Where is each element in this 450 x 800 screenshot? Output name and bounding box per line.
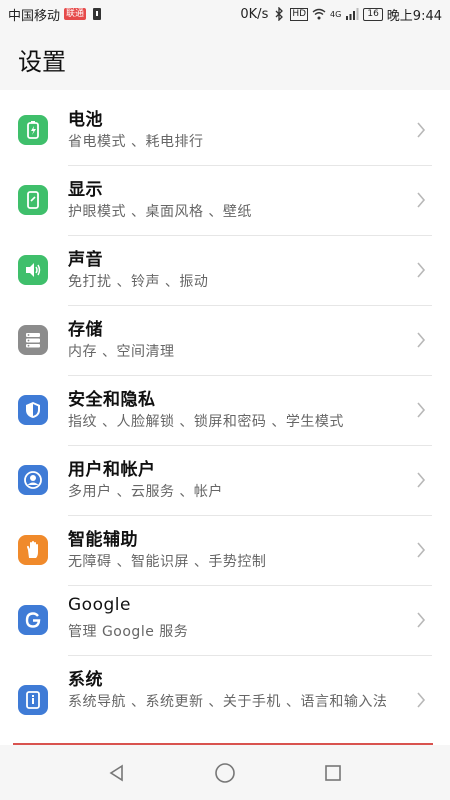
settings-item-subtitle: 免打扰 、铃声 、振动 [68, 274, 209, 290]
chevron-right-icon [414, 188, 428, 212]
system-icon [18, 685, 48, 715]
battery-level: 16 [363, 7, 383, 21]
storage-icon [18, 325, 48, 355]
settings-item-title: 电池 [68, 110, 103, 130]
bluetooth-icon [275, 7, 284, 21]
chevron-right-icon [414, 688, 428, 712]
chevron-right-icon [414, 328, 428, 352]
net-speed: 0K/s [240, 6, 269, 22]
battery-icon [18, 115, 48, 145]
settings-item-title: Google [68, 595, 131, 615]
settings-item-system[interactable]: 系统 系统导航 、系统更新 、关于手机 、语言和输入法 [0, 655, 450, 745]
page-title: 设置 [18, 47, 66, 76]
settings-item-battery[interactable]: 电池 省电模式 、耗电排行 [0, 95, 450, 165]
carrier-badge: 联通 [64, 8, 87, 20]
display-icon [18, 185, 48, 215]
settings-item-title: 智能辅助 [68, 530, 138, 550]
settings-item-title: 存储 [68, 320, 103, 340]
settings-item-storage[interactable]: 存储 内存 、空间清理 [0, 305, 450, 375]
chevron-right-icon [414, 258, 428, 282]
settings-item-title: 用户和帐户 [68, 460, 156, 480]
status-left: 中国移动 联通 [8, 5, 104, 24]
settings-item-title: 系统 [68, 670, 103, 690]
settings-item-sound[interactable]: 声音 免打扰 、铃声 、振动 [0, 235, 450, 305]
settings-item-subtitle: 护眼模式 、桌面风格 、壁纸 [68, 204, 252, 220]
carrier-name: 中国移动 [8, 8, 61, 24]
settings-item-display[interactable]: 显示 护眼模式 、桌面风格 、壁纸 [0, 165, 450, 235]
battery-indicator: 16 [363, 7, 383, 21]
settings-item-title: 安全和隐私 [68, 390, 156, 410]
network-type: 4G [330, 9, 342, 19]
google-icon [18, 605, 48, 635]
home-circle-icon [215, 762, 235, 783]
user-icon [18, 465, 48, 495]
hd-badge: HD [290, 7, 309, 21]
settings-item-security[interactable]: 安全和隐私 指纹 、人脸解锁 、锁屏和密码 、学生模式 [0, 375, 450, 445]
back-button[interactable] [103, 759, 131, 787]
settings-item-subtitle: 省电模式 、耗电排行 [68, 134, 204, 150]
hand-icon [18, 535, 48, 565]
navigation-bar [0, 745, 450, 800]
settings-item-users[interactable]: 用户和帐户 多用户 、云服务 、帐户 [0, 445, 450, 515]
settings-item-subtitle: 管理 Google 服务 [68, 624, 189, 640]
status-bar: 中国移动 联通 0K/s HD 4G 16 晚上9:44 [0, 0, 450, 28]
back-triangle-icon [109, 764, 123, 781]
chevron-right-icon [414, 118, 428, 142]
clock: 晚上9:44 [386, 8, 442, 24]
wifi-icon [312, 8, 326, 20]
chevron-right-icon [414, 538, 428, 562]
settings-item-subtitle: 指纹 、人脸解锁 、锁屏和密码 、学生模式 [68, 414, 344, 430]
settings-item-title: 声音 [68, 250, 103, 270]
status-right: 0K/s HD 4G 16 晚上9:44 [240, 5, 442, 24]
settings-item-subtitle: 系统导航 、系统更新 、关于手机 、语言和输入法 [68, 694, 388, 710]
recents-button[interactable] [319, 759, 347, 787]
settings-item-subtitle: 无障碍 、智能识屏 、手势控制 [68, 554, 267, 570]
settings-item-smart-assist[interactable]: 智能辅助 无障碍 、智能识屏 、手势控制 [0, 515, 450, 585]
page-header: 设置 [0, 28, 450, 90]
settings-item-subtitle: 内存 、空间清理 [68, 344, 175, 360]
chevron-right-icon [414, 468, 428, 492]
sim-icon [93, 8, 102, 20]
settings-item-subtitle: 多用户 、云服务 、帐户 [68, 484, 223, 500]
settings-item-title: 显示 [68, 180, 103, 200]
shield-icon [18, 395, 48, 425]
signal-icon [346, 8, 359, 20]
sound-icon [18, 255, 48, 285]
chevron-right-icon [414, 608, 428, 632]
chevron-right-icon [414, 398, 428, 422]
settings-list: 电池 省电模式 、耗电排行 显示 护眼模式 、桌面风格 、壁纸 声音 免打扰 、… [0, 90, 450, 745]
settings-item-google[interactable]: Google 管理 Google 服务 [0, 585, 450, 655]
home-button[interactable] [211, 759, 239, 787]
recents-square-icon [325, 764, 341, 781]
